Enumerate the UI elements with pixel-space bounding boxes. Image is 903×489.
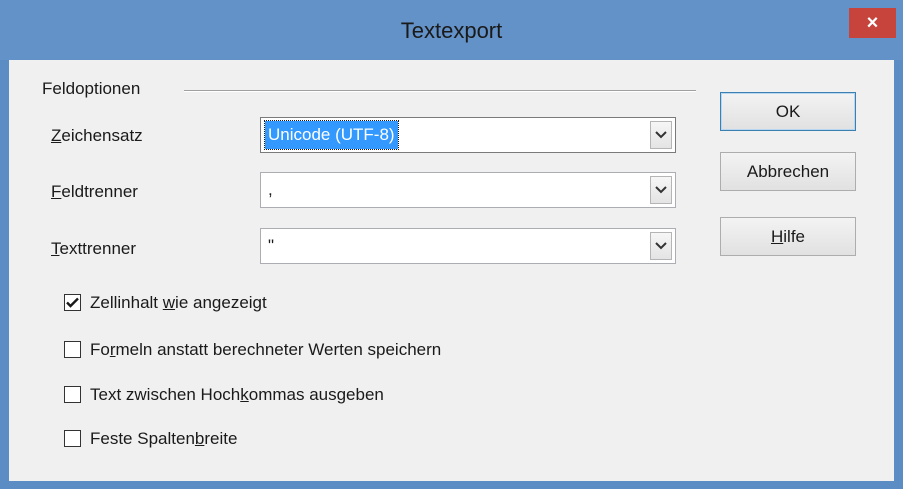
checkbox-feste-spaltenbreite[interactable]: [64, 430, 81, 447]
checkbox-formeln-label[interactable]: Formeln anstatt berechneter Werten speic…: [90, 340, 441, 360]
zeichensatz-dropdown[interactable]: Unicode (UTF-8): [260, 117, 676, 153]
ok-button[interactable]: OK: [720, 92, 856, 131]
group-separator: [184, 90, 696, 91]
texttrenner-combobox[interactable]: ": [260, 228, 676, 264]
checkbox-zellinhalt-label[interactable]: Zellinhalt wie angezeigt: [90, 293, 267, 313]
window-title: Textexport: [400, 18, 503, 43]
dialog-body: Feldoptionen Zeichensatz Unicode (UTF-8)…: [9, 60, 894, 481]
texttrenner-label: Texttrenner: [51, 239, 137, 258]
texttrenner-dropdown-button[interactable]: [650, 232, 672, 260]
chevron-down-icon: [655, 186, 667, 194]
feldtrenner-combobox[interactable]: ,: [260, 172, 676, 208]
checkbox-hochkommas[interactable]: [64, 386, 81, 403]
checkbox-formeln[interactable]: [64, 341, 81, 358]
feldtrenner-label: Feldtrenner: [51, 182, 138, 201]
feldtrenner-dropdown-button[interactable]: [650, 176, 672, 204]
checkbox-zellinhalt[interactable]: [64, 294, 81, 311]
help-button[interactable]: Hilfe: [720, 217, 856, 256]
feldtrenner-value[interactable]: ,: [265, 176, 276, 204]
chevron-down-icon: [655, 242, 667, 250]
title-bar[interactable]: Textexport ×: [0, 0, 903, 60]
chevron-down-icon: [655, 131, 667, 139]
zeichensatz-value: Unicode (UTF-8): [264, 120, 399, 150]
group-label-feldoptionen: Feldoptionen: [42, 79, 141, 98]
dialog-window: Textexport × Feldoptionen Zeichensatz Un…: [0, 0, 903, 489]
texttrenner-value[interactable]: ": [265, 232, 277, 260]
zeichensatz-dropdown-button[interactable]: [650, 121, 672, 149]
close-icon: ×: [866, 11, 879, 34]
cancel-button[interactable]: Abbrechen: [720, 152, 856, 191]
checkbox-feste-spaltenbreite-label[interactable]: Feste Spaltenbreite: [90, 429, 237, 449]
checkmark-icon: [66, 297, 79, 308]
zeichensatz-label: Zeichensatz: [51, 126, 143, 145]
checkbox-hochkommas-label[interactable]: Text zwischen Hochkommas ausgeben: [90, 385, 384, 405]
close-button[interactable]: ×: [849, 8, 896, 38]
